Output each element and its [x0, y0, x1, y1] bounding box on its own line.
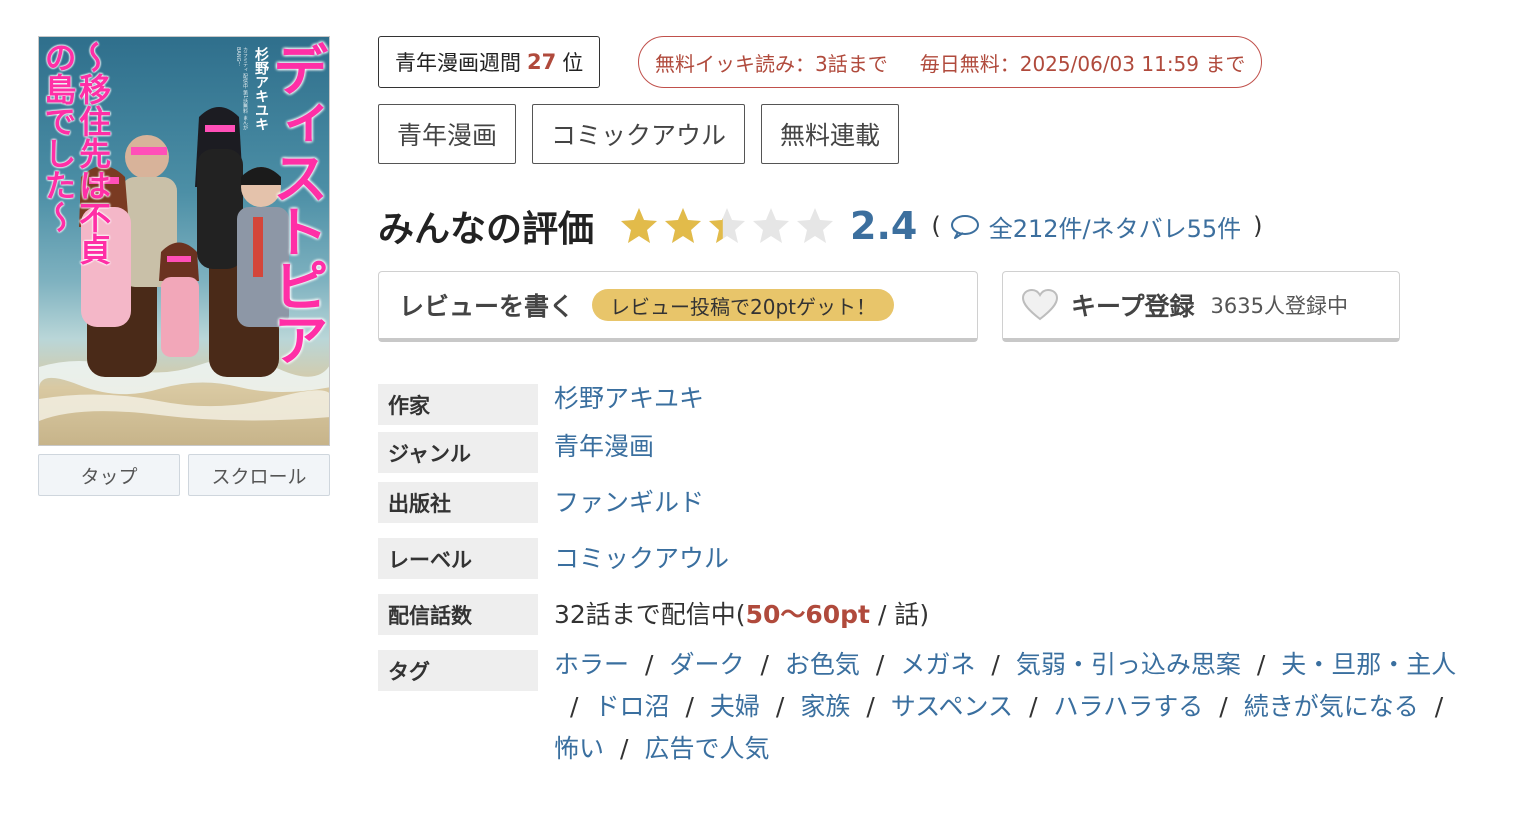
info-row-episodes: 配信話数 32話まで配信中(50〜60pt / 話) [378, 594, 1498, 636]
genre-tag-list: 青年漫画 コミックアウル 無料連載 [378, 104, 900, 164]
scroll-mode-button[interactable]: スクロール [188, 454, 330, 496]
info-row-publisher: 出版社 ファンギルド [378, 482, 1498, 524]
rating-score: 2.4 [850, 204, 918, 248]
rating-row: みんなの評価 2.4 ( 全212件/ネタバレ55件 ) [378, 196, 1263, 256]
info-key-author: 作家 [378, 384, 538, 425]
episodes-price: 50〜60pt [745, 600, 871, 629]
ranking-badge[interactable]: 青年漫画週間 27 位 [378, 36, 601, 88]
tag-separator: / [1256, 650, 1266, 679]
cover-image[interactable]: カラミティ 配信中 第1話無料 まんがBANG！ ～移住先は不貞の島でした～ 杉… [38, 36, 330, 446]
review-bonus-badge: レビュー投稿で20ptゲット！ [592, 289, 895, 321]
info-key-label: レーベル [378, 538, 538, 579]
info-row-tags: タグ ホラー / ダーク / お色気 / メガネ / 気弱・引っ込み思案 / 夫・旦那・主人 / ドロ沼… [378, 650, 1498, 770]
genre-tag-seinen[interactable]: 青年漫画 [378, 104, 517, 164]
ranking-number: 27 [527, 50, 557, 74]
tag-separator: / [1434, 692, 1444, 721]
tag-separator: / [760, 650, 769, 679]
close-paren: ) [1253, 212, 1263, 240]
tag-link[interactable]: ホラー [554, 644, 629, 686]
cover-subtitle: ～移住先は不貞の島でした～ [39, 41, 113, 265]
tap-mode-button[interactable]: タップ [38, 454, 180, 496]
review-count-text: 全212件/ネタバレ55件 [988, 214, 1242, 243]
cover-view-mode-buttons: タップ スクロール [38, 454, 330, 496]
tag-link[interactable]: 夫・旦那・主人 [1281, 644, 1456, 686]
tag-separator: / [775, 692, 785, 721]
keep-button[interactable]: キープ登録 3635人登録中 [1002, 271, 1400, 342]
info-row-label: レーベル コミックアウル [378, 538, 1498, 580]
author-link[interactable]: 杉野アキユキ [554, 378, 704, 425]
episodes-suffix: / 話) [870, 600, 930, 629]
cover-small-text: カラミティ 配信中 第1話無料 まんがBANG！ [235, 47, 248, 130]
genre-tag-free-serial[interactable]: 無料連載 [761, 104, 900, 164]
tag-link[interactable]: 夫婦 [710, 686, 760, 728]
open-paren: ( [931, 212, 941, 240]
info-key-genre: ジャンル [378, 432, 538, 473]
cover-title: ディストピア [263, 41, 328, 365]
tag-link[interactable]: ドロ沼 [594, 686, 669, 728]
info-row-genre: ジャンル 青年漫画 [378, 432, 1498, 473]
ranking-suffix: 位 [562, 51, 584, 75]
tag-separator: / [866, 692, 875, 721]
episodes-value: 32話まで配信中(50〜60pt / 話) [554, 594, 929, 636]
keep-count: 3635人登録中 [1210, 294, 1348, 318]
star-icon [753, 208, 790, 243]
tag-link[interactable]: お色気 [785, 644, 860, 686]
publisher-link[interactable]: ファンギルド [554, 482, 704, 524]
star-icon [797, 208, 834, 243]
tag-separator: / [645, 650, 654, 679]
speech-bubble-icon [950, 215, 979, 239]
tag-list: ホラー / ダーク / お色気 / メガネ / 気弱・引っ込み思案 / 夫・旦那・主人 / ドロ沼 / 夫婦… [554, 644, 1494, 770]
info-row-author: 作家 杉野アキユキ [378, 384, 1498, 425]
tag-separator: / [620, 734, 629, 763]
tag-separator: / [1029, 692, 1038, 721]
write-review-label: レビューを書く [399, 292, 575, 321]
heart-icon [1021, 288, 1059, 321]
label-link[interactable]: コミックアウル [554, 538, 729, 580]
info-key-tags: タグ [378, 650, 538, 691]
tag-link[interactable]: サスペンス [891, 686, 1013, 728]
ranking-category: 青年漫画週間 [395, 51, 521, 75]
free-ikki-text: 無料イッキ読み：3話まで [655, 51, 888, 76]
tag-separator: / [685, 692, 694, 721]
genre-link[interactable]: 青年漫画 [554, 426, 654, 473]
rating-title: みんなの評価 [378, 209, 595, 250]
write-review-button[interactable]: レビューを書く レビュー投稿で20ptゲット！ [378, 271, 978, 342]
tag-separator: / [1219, 692, 1228, 721]
tag-link[interactable]: 家族 [800, 686, 850, 728]
tag-separator: / [875, 650, 885, 679]
tag-link[interactable]: 広告で人気 [644, 728, 769, 770]
keep-label: キープ登録 [1071, 292, 1195, 321]
rating-stars [618, 205, 836, 247]
tag-link[interactable]: ダーク [669, 644, 744, 686]
review-count-link[interactable]: ( 全212件/ネタバレ55件 ) [931, 209, 1262, 244]
free-info-badge: 無料イッキ読み：3話まで 毎日無料：2025/06/03 11:59 まで [638, 36, 1263, 88]
tag-separator: / [570, 692, 579, 721]
genre-tag-label[interactable]: コミックアウル [532, 104, 746, 164]
star-icon [709, 208, 746, 243]
tag-link[interactable]: 続きが気になる [1244, 686, 1419, 728]
star-icon [665, 208, 702, 243]
daily-free-text: 毎日無料：2025/06/03 11:59 まで [919, 51, 1246, 76]
star-icon [621, 208, 658, 243]
tag-link[interactable]: ハラハラする [1054, 686, 1204, 728]
tag-link[interactable]: メガネ [900, 644, 975, 686]
tag-separator: / [991, 650, 1000, 679]
info-key-episodes: 配信話数 [378, 594, 538, 635]
info-key-publisher: 出版社 [378, 482, 538, 523]
episodes-prefix: 32話まで配信中( [554, 600, 746, 629]
tag-link[interactable]: 気弱・引っ込み思案 [1016, 644, 1241, 686]
tag-link[interactable]: 怖い [554, 728, 604, 770]
